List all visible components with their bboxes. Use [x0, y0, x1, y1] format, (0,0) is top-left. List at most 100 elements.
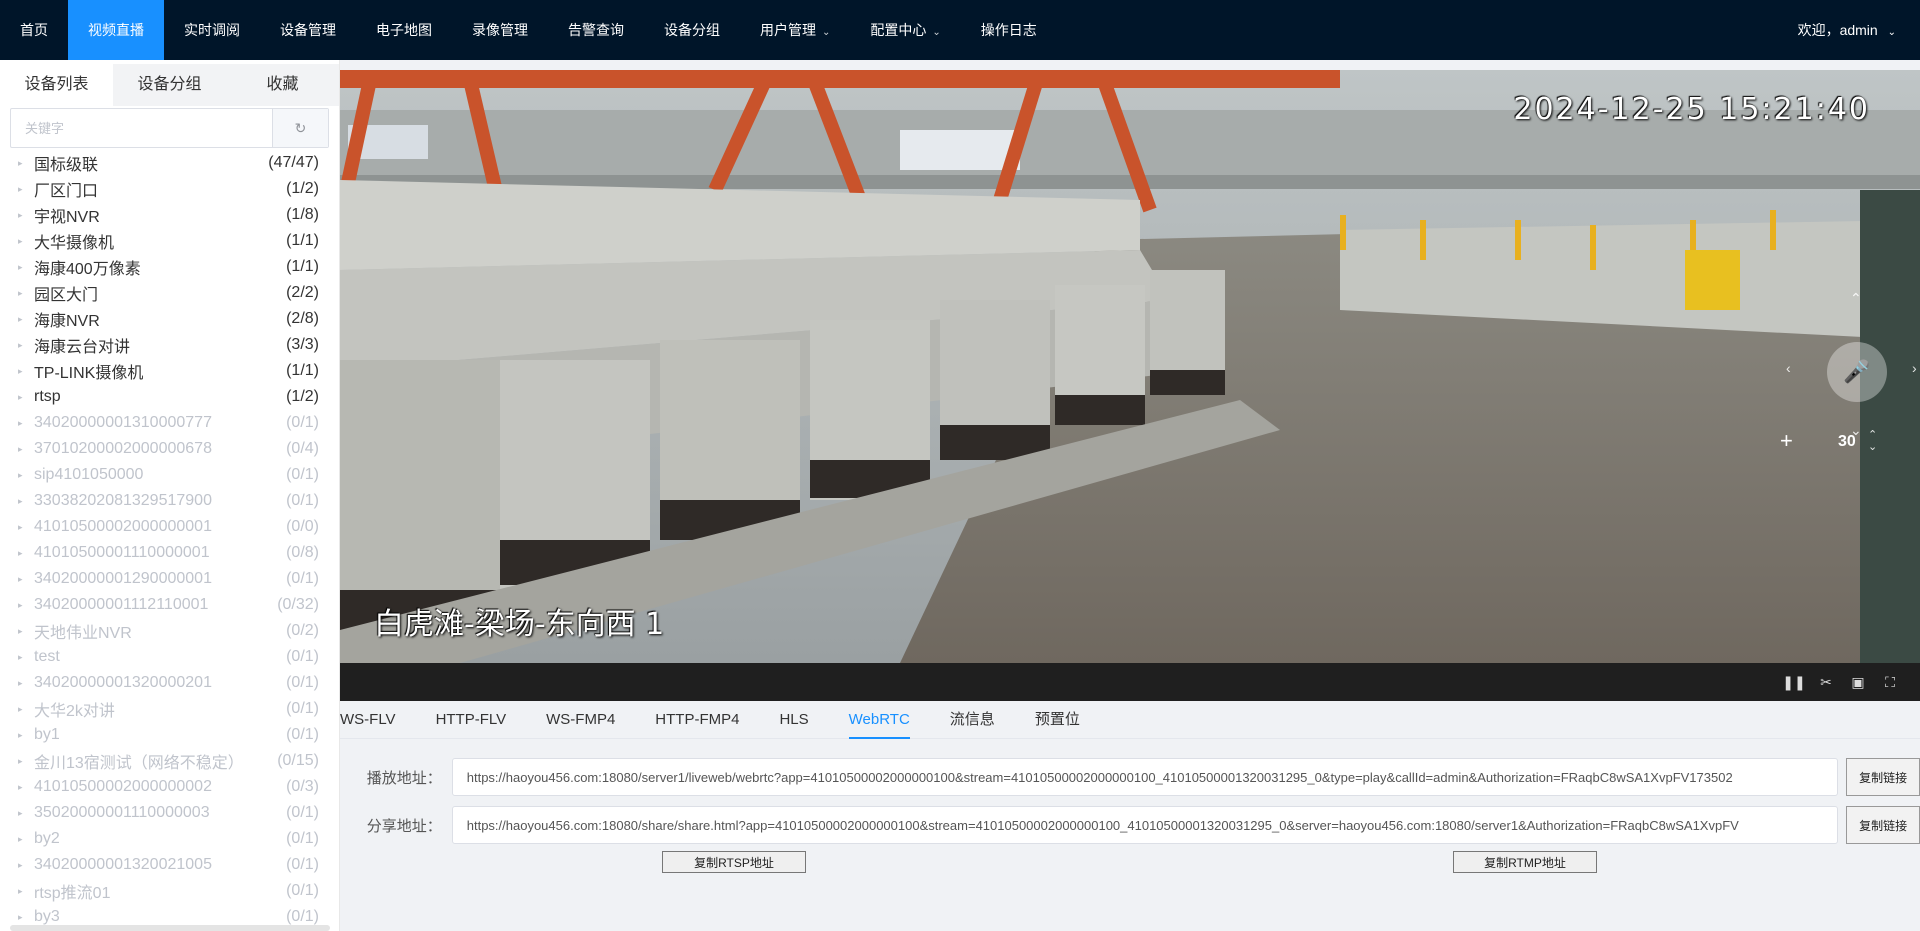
nav-item-9[interactable]: 配置中心 ⌄ — [850, 0, 960, 60]
caret-right-icon[interactable]: ▸ — [18, 262, 34, 273]
tree-node[interactable]: ▸ 34020000001320000201 (0/1) — [0, 670, 339, 696]
nav-item-7[interactable]: 设备分组 — [644, 0, 740, 60]
speed-down-icon[interactable]: ⌄ — [1868, 440, 1877, 453]
share-url-input[interactable] — [451, 806, 1839, 844]
caret-right-icon[interactable]: ▸ — [18, 860, 34, 871]
tab-device-group[interactable]: 设备分组 — [113, 64, 226, 106]
tree-node[interactable]: ▸ by1 (0/1) — [0, 722, 339, 748]
horizontal-scrollbar[interactable] — [10, 925, 330, 931]
search-input[interactable] — [11, 109, 272, 147]
caret-right-icon[interactable]: ▸ — [18, 626, 34, 637]
tab-protocol-5[interactable]: WebRTC — [848, 701, 910, 739]
nav-item-8[interactable]: 用户管理 ⌄ — [740, 0, 850, 60]
caret-right-icon[interactable]: ▸ — [18, 834, 34, 845]
tree-node[interactable]: ▸ rtsp (1/2) — [0, 384, 339, 410]
caret-right-icon[interactable]: ▸ — [18, 574, 34, 585]
tab-protocol-7[interactable]: 预置位 — [1035, 701, 1080, 739]
play-url-input[interactable] — [451, 758, 1839, 796]
tree-node[interactable]: ▸ 园区大门 (2/2) — [0, 280, 339, 306]
tree-node[interactable]: ▸ 海康NVR (2/8) — [0, 306, 339, 332]
nav-item-3[interactable]: 设备管理 — [260, 0, 356, 60]
caret-right-icon[interactable]: ▸ — [18, 808, 34, 819]
tree-node[interactable]: ▸ rtsp推流01 (0/1) — [0, 878, 339, 904]
tree-node[interactable]: ▸ 大华2k对讲 (0/1) — [0, 696, 339, 722]
tree-node[interactable]: ▸ 34020000001310000777 (0/1) — [0, 410, 339, 436]
tree-node[interactable]: ▸ by2 (0/1) — [0, 826, 339, 852]
nav-item-0[interactable]: 首页 — [0, 0, 68, 60]
tab-protocol-0[interactable]: WS-FLV — [340, 701, 396, 739]
caret-right-icon[interactable]: ▸ — [18, 678, 34, 689]
tree-node[interactable]: ▸ 金川13宿测试（网络不稳定） (0/15) — [0, 748, 339, 774]
record-icon[interactable]: ▣ — [1842, 674, 1874, 691]
copy-rtmp-button[interactable]: 复制RTMP地址 — [1453, 851, 1597, 873]
fullscreen-icon[interactable]: ⛶ — [1874, 674, 1906, 691]
video-player[interactable]: 2024-12-25 15:21:40 白虎滩-梁场-东向西 1 ⌃ ‹ › ⌄… — [340, 70, 1920, 663]
copy-play-url-button[interactable]: 复制链接 — [1846, 758, 1920, 796]
tree-node[interactable]: ▸ sip4101050000 (0/1) — [0, 462, 339, 488]
caret-right-icon[interactable]: ▸ — [18, 912, 34, 923]
nav-item-6[interactable]: 告警查询 — [548, 0, 644, 60]
scissors-icon[interactable]: ✂ — [1810, 674, 1842, 691]
tab-protocol-6[interactable]: 流信息 — [950, 701, 995, 739]
caret-right-icon[interactable]: ▸ — [18, 886, 34, 897]
caret-right-icon[interactable]: ▸ — [18, 158, 34, 169]
caret-right-icon[interactable]: ▸ — [18, 600, 34, 611]
refresh-button[interactable]: ↻ — [272, 109, 328, 147]
caret-right-icon[interactable]: ▸ — [18, 730, 34, 741]
tree-node[interactable]: ▸ 海康400万像素 (1/1) — [0, 254, 339, 280]
caret-right-icon[interactable]: ▸ — [18, 470, 34, 481]
nav-item-1[interactable]: 视频直播 — [68, 0, 164, 60]
caret-right-icon[interactable]: ▸ — [18, 392, 34, 403]
caret-right-icon[interactable]: ▸ — [18, 366, 34, 377]
caret-right-icon[interactable]: ▸ — [18, 340, 34, 351]
tree-node[interactable]: ▸ TP-LINK摄像机 (1/1) — [0, 358, 339, 384]
tab-protocol-3[interactable]: HTTP-FMP4 — [655, 701, 739, 739]
caret-right-icon[interactable]: ▸ — [18, 236, 34, 247]
tree-node[interactable]: ▸ 35020000001110000003 (0/1) — [0, 800, 339, 826]
zoom-in-icon[interactable]: + — [1780, 428, 1793, 454]
tree-node[interactable]: ▸ 国标级联 (47/47) — [0, 150, 339, 176]
tab-device-list[interactable]: 设备列表 — [0, 64, 113, 106]
tree-node[interactable]: ▸ 大华摄像机 (1/1) — [0, 228, 339, 254]
tree-node[interactable]: ▸ 41010500002000000002 (0/3) — [0, 774, 339, 800]
caret-right-icon[interactable]: ▸ — [18, 548, 34, 559]
caret-right-icon[interactable]: ▸ — [18, 210, 34, 221]
tree-node[interactable]: ▸ 33038202081329517900 (0/1) — [0, 488, 339, 514]
tree-node[interactable]: ▸ 厂区门口 (1/2) — [0, 176, 339, 202]
tree-node[interactable]: ▸ 34020000001320021005 (0/1) — [0, 852, 339, 878]
tab-favorites[interactable]: 收藏 — [226, 64, 339, 106]
tree-node[interactable]: ▸ 41010500001110000001 (0/8) — [0, 540, 339, 566]
tab-protocol-2[interactable]: WS-FMP4 — [546, 701, 615, 739]
tab-protocol-1[interactable]: HTTP-FLV — [436, 701, 507, 739]
nav-item-2[interactable]: 实时调阅 — [164, 0, 260, 60]
nav-item-4[interactable]: 电子地图 — [356, 0, 452, 60]
tree-node[interactable]: ▸ 34020000001112110001 (0/32) — [0, 592, 339, 618]
caret-right-icon[interactable]: ▸ — [18, 184, 34, 195]
ptz-right-icon[interactable]: › — [1912, 360, 1917, 376]
microphone-icon[interactable]: 🎤 — [1827, 342, 1887, 402]
caret-right-icon[interactable]: ▸ — [18, 704, 34, 715]
caret-right-icon[interactable]: ▸ — [18, 496, 34, 507]
user-menu[interactable]: 欢迎，admin ⌄ — [1798, 20, 1920, 40]
pause-icon[interactable]: ❚❚ — [1778, 674, 1810, 691]
ptz-up-icon[interactable]: ⌃ — [1850, 290, 1862, 307]
copy-share-url-button[interactable]: 复制链接 — [1846, 806, 1920, 844]
tree-node[interactable]: ▸ 海康云台对讲 (3/3) — [0, 332, 339, 358]
copy-rtsp-button[interactable]: 复制RTSP地址 — [662, 851, 806, 873]
tree-node[interactable]: ▸ 天地伟业NVR (0/2) — [0, 618, 339, 644]
caret-right-icon[interactable]: ▸ — [18, 314, 34, 325]
caret-right-icon[interactable]: ▸ — [18, 782, 34, 793]
caret-right-icon[interactable]: ▸ — [18, 288, 34, 299]
tree-node[interactable]: ▸ 34020000001290000001 (0/1) — [0, 566, 339, 592]
nav-item-5[interactable]: 录像管理 — [452, 0, 548, 60]
ptz-left-icon[interactable]: ‹ — [1786, 360, 1791, 376]
tab-protocol-4[interactable]: HLS — [779, 701, 808, 739]
caret-right-icon[interactable]: ▸ — [18, 522, 34, 533]
caret-right-icon[interactable]: ▸ — [18, 418, 34, 429]
caret-right-icon[interactable]: ▸ — [18, 652, 34, 663]
tree-node[interactable]: ▸ 宇视NVR (1/8) — [0, 202, 339, 228]
tree-node[interactable]: ▸ test (0/1) — [0, 644, 339, 670]
nav-item-10[interactable]: 操作日志 — [961, 0, 1057, 60]
caret-right-icon[interactable]: ▸ — [18, 756, 34, 767]
tree-node[interactable]: ▸ 41010500002000000001 (0/0) — [0, 514, 339, 540]
